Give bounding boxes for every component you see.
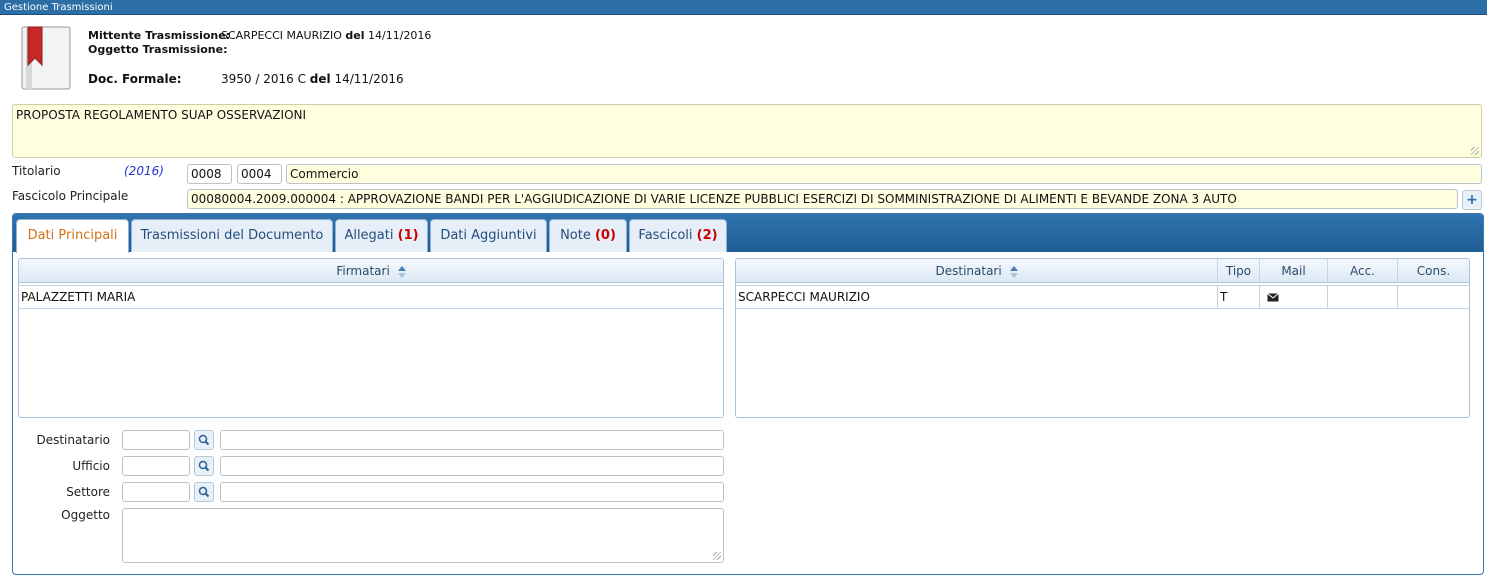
search-icon bbox=[198, 486, 210, 498]
table-row[interactable]: SCARPECCI MAURIZIO T bbox=[736, 285, 1469, 309]
settore-code-input[interactable] bbox=[122, 482, 190, 502]
doc-formale-value: 3950 / 2016 C del 14/11/2016 bbox=[221, 72, 404, 86]
firmatari-column-header[interactable]: Firmatari bbox=[19, 259, 723, 283]
doc-del: del bbox=[309, 72, 331, 86]
firmatari-header: Firmatari bbox=[19, 259, 723, 283]
destinatario-description-input[interactable] bbox=[220, 430, 724, 450]
titolario-code1-field[interactable]: 0008 bbox=[187, 164, 232, 184]
resize-grip-icon[interactable] bbox=[713, 552, 721, 560]
oggetto-trasmissione-label: Oggetto Trasmissione: bbox=[88, 43, 228, 56]
destinatario-tipo: T bbox=[1218, 286, 1260, 308]
destinatari-grid: Destinatari Tipo Mail Acc. Cons. SCARPEC… bbox=[735, 258, 1470, 418]
oggetto-label: Oggetto bbox=[61, 508, 110, 522]
tab-count: (2) bbox=[696, 228, 718, 243]
document-bookmark-icon bbox=[18, 25, 74, 91]
doc-formale-label: Doc. Formale: bbox=[88, 72, 182, 86]
tab-panel: Dati Principali Trasmissioni del Documen… bbox=[12, 213, 1484, 575]
tab-label: Fascicoli bbox=[638, 228, 693, 243]
fascicolo-field[interactable]: 00080004.2009.000004 : APPROVAZIONE BAND… bbox=[187, 189, 1458, 209]
settore-search-button[interactable] bbox=[194, 482, 214, 502]
destinatari-column-header[interactable]: Destinatari bbox=[736, 259, 1218, 283]
firmatario-name: PALAZZETTI MARIA bbox=[21, 290, 136, 304]
destinatario-acc bbox=[1328, 286, 1398, 308]
destinatario-code-input[interactable] bbox=[122, 430, 190, 450]
tab-fascicoli[interactable]: Fascicoli (2) bbox=[629, 219, 727, 252]
destinatario-name: SCARPECCI MAURIZIO bbox=[736, 286, 1218, 308]
doc-number: 3950 / 2016 C bbox=[221, 72, 306, 86]
subject-textarea[interactable]: PROPOSTA REGOLAMENTO SUAP OSSERVAZIONI bbox=[12, 104, 1482, 158]
titolario-label: Titolario bbox=[12, 164, 61, 178]
sort-icon bbox=[1009, 265, 1018, 278]
ufficio-label: Ufficio bbox=[72, 459, 110, 473]
column-label: Firmatari bbox=[336, 264, 390, 278]
oggetto-textarea[interactable] bbox=[122, 508, 724, 563]
tab-count: (0) bbox=[594, 228, 616, 243]
settore-label: Settore bbox=[66, 485, 110, 499]
window-title: Gestione Trasmissioni bbox=[0, 0, 1487, 15]
ufficio-description-input[interactable] bbox=[220, 456, 724, 476]
destinatario-search-button[interactable] bbox=[194, 430, 214, 450]
mittente-date: 14/11/2016 bbox=[368, 29, 432, 42]
tab-dati-aggiuntivi[interactable]: Dati Aggiuntivi bbox=[430, 219, 547, 252]
tab-trasmissioni-documento[interactable]: Trasmissioni del Documento bbox=[131, 219, 333, 252]
tab-dati-principali[interactable]: Dati Principali bbox=[16, 219, 129, 253]
add-fascicolo-button[interactable]: + bbox=[1462, 190, 1482, 210]
tipo-column-header[interactable]: Tipo bbox=[1218, 259, 1260, 283]
acc-column-header[interactable]: Acc. bbox=[1328, 259, 1398, 283]
mittente-name: SCARPECCI MAURIZIO bbox=[221, 29, 342, 42]
ufficio-search-button[interactable] bbox=[194, 456, 214, 476]
titolario-code2-field[interactable]: 0004 bbox=[237, 164, 282, 184]
mittente-value: SCARPECCI MAURIZIO del 14/11/2016 bbox=[221, 29, 431, 42]
destinatari-header: Destinatari Tipo Mail Acc. Cons. bbox=[736, 259, 1469, 283]
tab-count: (1) bbox=[397, 228, 419, 243]
mittente-del: del bbox=[345, 29, 365, 42]
fascicolo-label: Fascicolo Principale bbox=[12, 189, 129, 203]
doc-date: 14/11/2016 bbox=[334, 72, 404, 86]
tab-label: Dati Aggiuntivi bbox=[440, 228, 537, 243]
tab-label: Note bbox=[560, 228, 591, 243]
tab-label: Dati Principali bbox=[27, 228, 118, 243]
search-icon bbox=[198, 434, 210, 446]
mittente-label: Mittente Trasmissione: bbox=[88, 29, 231, 42]
ufficio-code-input[interactable] bbox=[122, 456, 190, 476]
envelope-icon bbox=[1267, 293, 1279, 302]
search-icon bbox=[198, 460, 210, 472]
mail-column-header[interactable]: Mail bbox=[1260, 259, 1328, 283]
subject-text: PROPOSTA REGOLAMENTO SUAP OSSERVAZIONI bbox=[16, 108, 307, 122]
tab-label: Allegati bbox=[344, 228, 394, 243]
cons-column-header[interactable]: Cons. bbox=[1398, 259, 1469, 283]
column-label: Destinatari bbox=[935, 264, 1002, 278]
tab-allegati[interactable]: Allegati (1) bbox=[335, 219, 428, 252]
titolario-year: (2016) bbox=[124, 164, 164, 178]
tab-note[interactable]: Note (0) bbox=[549, 219, 627, 252]
firmatari-grid: Firmatari PALAZZETTI MARIA bbox=[18, 258, 724, 418]
destinatario-cons bbox=[1398, 286, 1469, 308]
resize-grip-icon[interactable] bbox=[1471, 147, 1479, 155]
sort-icon bbox=[397, 265, 406, 278]
settore-description-input[interactable] bbox=[220, 482, 724, 502]
tab-strip: Dati Principali Trasmissioni del Documen… bbox=[13, 214, 1483, 253]
destinatario-label: Destinatario bbox=[36, 433, 110, 447]
tab-label: Trasmissioni del Documento bbox=[140, 228, 324, 243]
destinatario-mail[interactable] bbox=[1260, 286, 1328, 308]
table-row[interactable]: PALAZZETTI MARIA bbox=[19, 285, 723, 309]
titolario-description-field[interactable]: Commercio bbox=[286, 164, 1482, 184]
